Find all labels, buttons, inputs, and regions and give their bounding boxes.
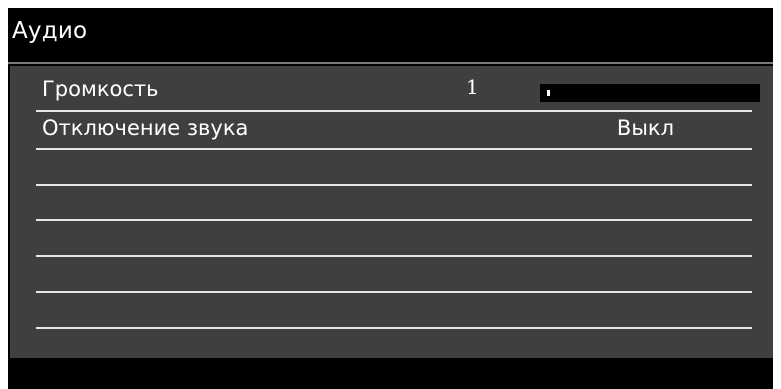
audio-menu-window: Аудио Громкость 1 Отключение звука Выкл <box>8 8 773 389</box>
row-divider <box>36 148 752 150</box>
menu-item-mute[interactable]: Отключение звука Выкл <box>36 113 752 149</box>
window-title: Аудио <box>12 18 88 44</box>
empty-row-divider <box>36 255 752 257</box>
mute-value: Выкл <box>616 116 674 140</box>
menu-item-volume[interactable]: Громкость 1 <box>36 74 760 110</box>
empty-row-divider <box>36 184 752 186</box>
mute-label: Отключение звука <box>42 116 249 140</box>
empty-row-divider <box>36 327 752 329</box>
footer-bar <box>8 358 773 389</box>
volume-slider-fill <box>547 90 550 96</box>
empty-row-divider <box>36 219 752 221</box>
title-bar: Аудио <box>8 8 773 64</box>
volume-value: 1 <box>466 75 479 99</box>
menu-panel: Громкость 1 Отключение звука Выкл <box>10 66 773 358</box>
volume-slider[interactable] <box>540 84 760 102</box>
volume-label: Громкость <box>42 77 159 101</box>
row-divider <box>36 110 752 112</box>
empty-row-divider <box>36 291 752 293</box>
